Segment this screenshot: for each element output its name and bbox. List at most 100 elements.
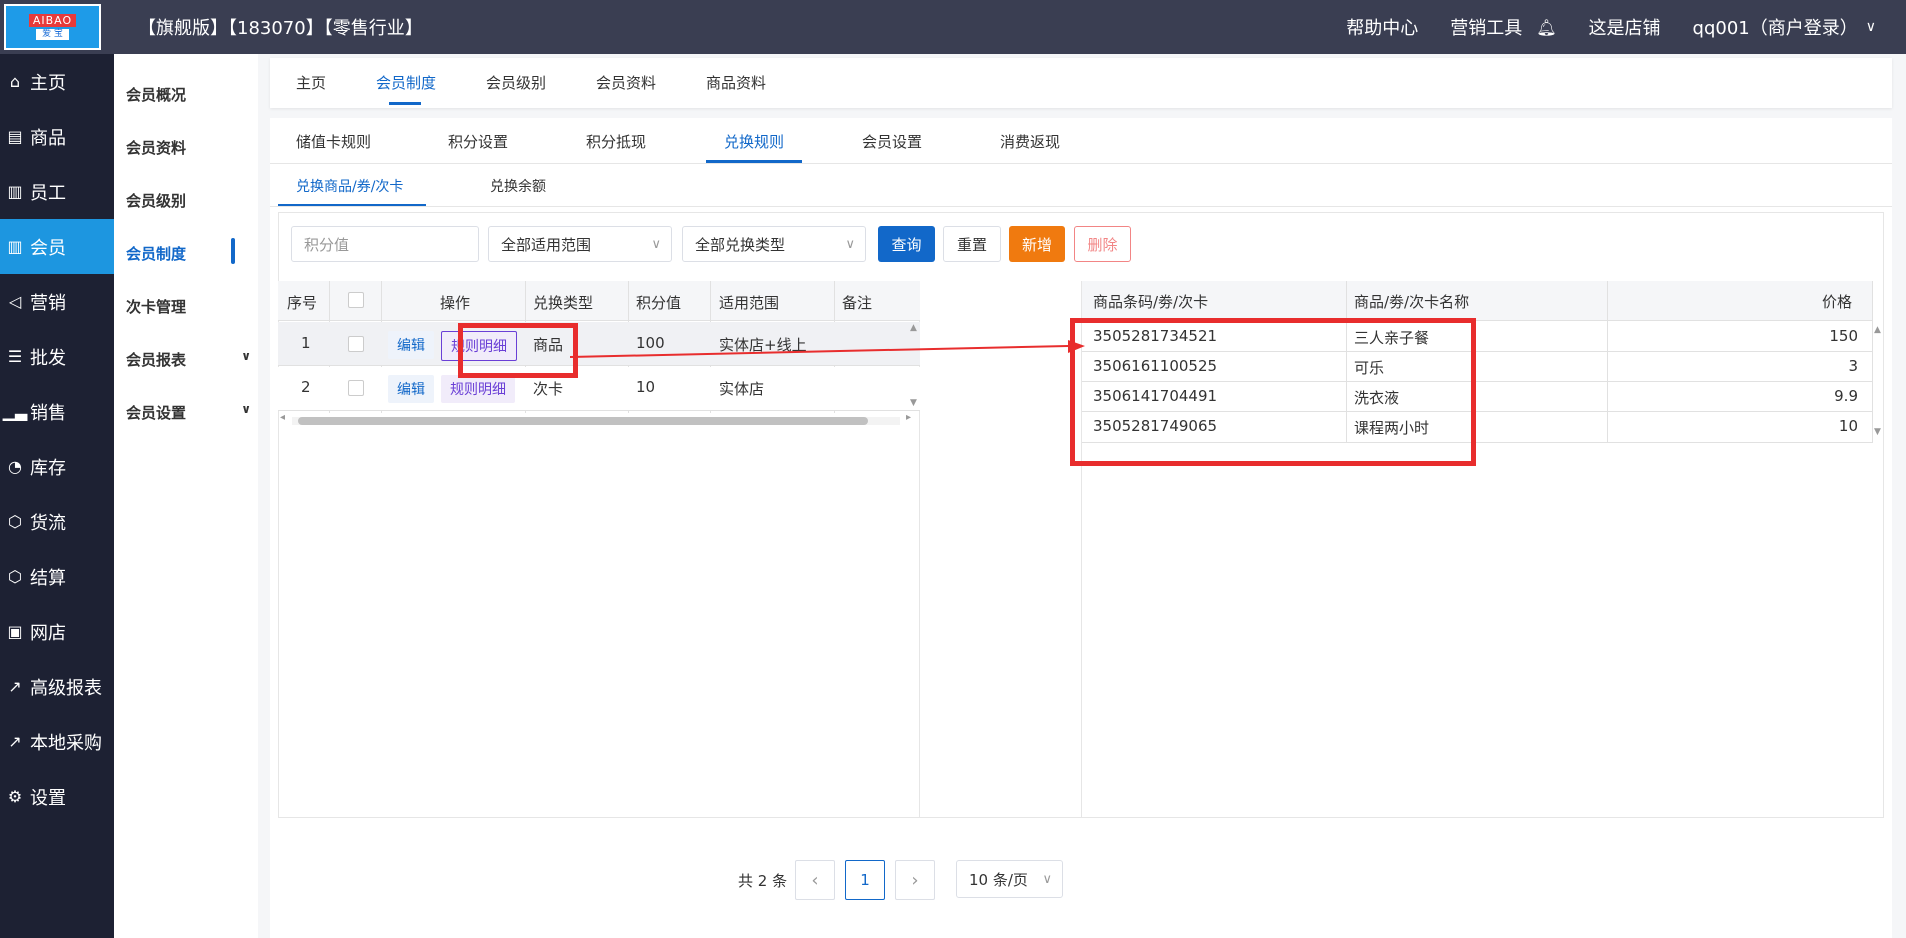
scope-select[interactable]: 全部适用范围 ∨ — [488, 226, 672, 262]
tab-member-settings[interactable]: 会员设置 — [862, 131, 922, 152]
logo-text-bottom: 爱 宝 — [36, 29, 69, 40]
highlight-box-rule-button — [458, 323, 578, 378]
col-divider — [1872, 281, 1873, 443]
tab-cashback[interactable]: 消费返现 — [1000, 131, 1060, 152]
col-divider — [1607, 281, 1608, 443]
chart-icon: ▁▃ — [2, 402, 28, 421]
page-size-select[interactable]: 10 条/页 ∨ — [956, 860, 1063, 898]
scroll-up-icon[interactable]: ▲ — [1874, 325, 1881, 335]
delete-button[interactable]: 删除 — [1074, 226, 1131, 262]
rule-detail-button[interactable]: 规则明细 — [441, 375, 515, 403]
submenu-label: 会员设置 — [126, 404, 187, 422]
sidebar-item-label: 商品 — [30, 127, 66, 149]
sidebar-item-label: 库存 — [30, 457, 66, 479]
col-note: 备注 — [842, 294, 873, 312]
submenu-profile[interactable]: 会员资料 — [126, 137, 251, 157]
sidebar-item-local-purchase[interactable]: ↗ 本地采购 — [0, 714, 114, 769]
help-center-link[interactable]: 帮助中心 — [1346, 14, 1418, 40]
scroll-right-icon[interactable]: ▸ — [906, 412, 911, 423]
sidebar-item-inventory[interactable]: ◔ 库存 — [0, 439, 114, 494]
scroll-left-icon[interactable]: ◂ — [280, 412, 285, 423]
sidebar-item-staff[interactable]: ▥ 员工 — [0, 164, 114, 219]
divider — [270, 163, 1892, 164]
submenu-levels[interactable]: 会员级别 — [126, 190, 251, 210]
row-index: 2 — [301, 378, 311, 396]
query-button[interactable]: 查询 — [878, 226, 935, 262]
sidebar-item-settlement[interactable]: ⬡ 结算 — [0, 549, 114, 604]
bell-icon[interactable]: 🔔︎ — [1536, 18, 1556, 37]
sidebar-item-marketing[interactable]: ◁ 营销 — [0, 274, 114, 329]
col-scope: 适用范围 — [719, 294, 780, 312]
table-row[interactable] — [278, 367, 920, 411]
type-select[interactable]: 全部兑换类型 ∨ — [682, 226, 866, 262]
member-icon: ▥ — [7, 237, 23, 256]
edit-button[interactable]: 编辑 — [388, 375, 434, 403]
sidebar-item-wholesale[interactable]: ☰ 批发 — [0, 329, 114, 384]
sidebar-item-sales[interactable]: ▁▃ 销售 — [0, 384, 114, 439]
tab-points-settings[interactable]: 积分设置 — [448, 131, 508, 152]
tab-goods-profile[interactable]: 商品资料 — [706, 72, 766, 93]
gear-icon: ⚙ — [7, 787, 23, 806]
tab-member-levels[interactable]: 会员级别 — [486, 72, 546, 93]
scroll-down-icon[interactable]: ▼ — [1874, 427, 1881, 437]
col-points: 积分值 — [636, 294, 682, 312]
sidebar-item-label: 网店 — [30, 622, 66, 644]
sidebar-item-goods[interactable]: ▤ 商品 — [0, 109, 114, 164]
tab-exchange-rules[interactable]: 兑换规则 — [724, 131, 784, 152]
member-submenu: 会员概况 会员资料 会员级别 会员制度 次卡管理 会员报表 ∨ 会员设置 ∨ — [114, 54, 258, 938]
sidebar-item-label: 结算 — [30, 567, 66, 589]
tab-points-cash[interactable]: 积分抵现 — [586, 131, 646, 152]
edit-button[interactable]: 编辑 — [388, 331, 434, 359]
tab-exchange-balance[interactable]: 兑换余额 — [490, 176, 546, 196]
chevron-down-icon[interactable]: ∨ — [1866, 19, 1876, 35]
row-price: 9.9 — [1834, 387, 1858, 405]
left-table: 序号 操作 兑换类型 积分值 适用范围 备注 1 编辑 规则明细 商品 100 … — [278, 281, 920, 818]
sidebar-item-logistics[interactable]: ⬡ 货流 — [0, 494, 114, 549]
tab-home[interactable]: 主页 — [296, 72, 326, 93]
reset-button[interactable]: 重置 — [943, 226, 1001, 262]
select-all-checkbox[interactable] — [348, 292, 364, 308]
tab-stored-card-rules[interactable]: 储值卡规则 — [296, 131, 371, 152]
submenu-overview[interactable]: 会员概况 — [126, 84, 251, 104]
row-price: 3 — [1848, 357, 1858, 375]
add-button[interactable]: 新增 — [1009, 226, 1065, 262]
row-checkbox[interactable] — [348, 380, 364, 396]
marketing-tools-link[interactable]: 营销工具 — [1450, 14, 1522, 40]
sidebar-item-home[interactable]: ⌂ 主页 — [0, 54, 114, 109]
submenu-times-card[interactable]: 次卡管理 — [126, 296, 251, 316]
points-input[interactable]: 积分值 — [291, 226, 479, 262]
scroll-up-icon[interactable]: ▲ — [910, 323, 917, 333]
sidebar-item-label: 主页 — [30, 72, 66, 94]
sidebar-item-label: 设置 — [30, 787, 66, 809]
scroll-down-icon[interactable]: ▼ — [910, 398, 917, 408]
prev-page-button[interactable]: ‹ — [795, 860, 835, 900]
sidebar-item-label: 销售 — [30, 402, 66, 424]
divider — [270, 206, 1892, 207]
main-sidebar: ⌂ 主页 ▤ 商品 ▥ 员工 ▥ 会员 ◁ 营销 ☰ 批发 ▁▃ 销售 ◔ 库存 ⬡ 货流 ⬡ 结算… — [0, 54, 114, 938]
submenu-reports[interactable]: 会员报表 ∨ — [126, 349, 251, 369]
home-icon: ⌂ — [9, 72, 21, 91]
row-price: 150 — [1829, 327, 1858, 345]
sidebar-item-webstore[interactable]: ▣ 网店 — [0, 604, 114, 659]
tab-member-profile[interactable]: 会员资料 — [596, 72, 656, 93]
chevron-down-icon: ∨ — [1042, 872, 1052, 887]
submenu-settings[interactable]: 会员设置 ∨ — [126, 402, 251, 422]
next-page-button[interactable]: › — [895, 860, 935, 900]
tab-exchange-goods[interactable]: 兑换商品/券/次卡 — [296, 176, 403, 196]
user-menu[interactable]: qq001（商户登录） — [1693, 14, 1858, 40]
tab-member-policy[interactable]: 会员制度 — [376, 72, 436, 93]
sidebar-item-settings[interactable]: ⚙ 设置 — [0, 769, 114, 824]
row-scope: 实体店 — [719, 380, 765, 398]
sidebar-item-member[interactable]: ▥ 会员 — [0, 219, 114, 274]
store-name-link[interactable]: 这是店铺 — [1589, 14, 1661, 40]
row-price: 10 — [1838, 417, 1858, 435]
sidebar-item-label: 批发 — [30, 347, 66, 369]
settle-icon: ⬡ — [8, 567, 22, 586]
page-size-value: 10 条/页 — [969, 870, 1028, 889]
sidebar-item-advanced-reports[interactable]: ↗ 高级报表 — [0, 659, 114, 714]
page-1-button[interactable]: 1 — [845, 860, 885, 900]
brand-logo[interactable]: AIBAO 爱 宝 — [4, 4, 101, 50]
row-checkbox[interactable] — [348, 336, 364, 352]
left-table-header — [278, 281, 920, 321]
horizontal-scrollbar-thumb[interactable] — [298, 417, 868, 425]
